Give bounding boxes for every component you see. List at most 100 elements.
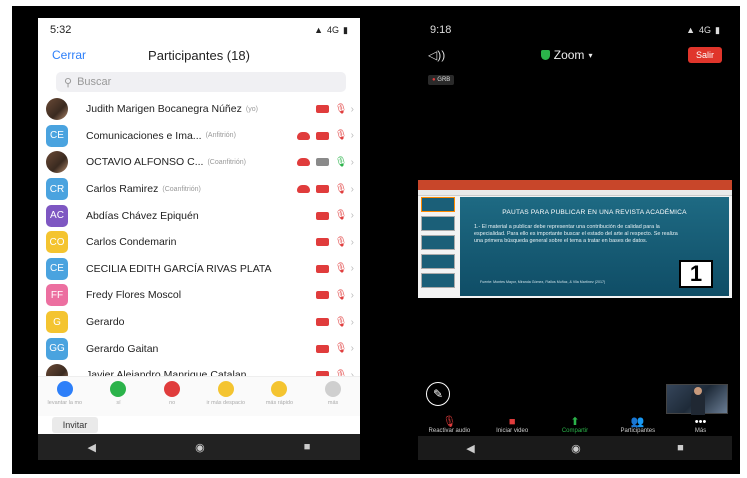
participant-row[interactable]: FF Fredy Flores Moscol 🎙 › [46, 282, 360, 309]
toolbar-label: Compartir [561, 428, 589, 434]
avatar: CE [46, 124, 68, 147]
powerpoint-toolbar [418, 190, 732, 196]
battery-icon: ▮ [715, 24, 720, 35]
participant-row[interactable]: AC Abdías Chávez Epiquén 🎙 › [46, 202, 360, 229]
signal-icon: ▲ [314, 25, 324, 35]
video-off-icon [315, 211, 329, 220]
video-off-icon [315, 318, 329, 327]
meeting-top-bar: ◁)) Zoom ▾ Salir [418, 42, 732, 68]
video-off-icon [315, 238, 329, 247]
participant-status-icons: 🎙› [315, 317, 354, 328]
slide-citation: Fuente: Montes Mayor, Miranda Gómez, Fia… [480, 280, 606, 284]
slide-thumbnail [421, 216, 455, 231]
participant-status-icons: 🎙› [296, 183, 354, 195]
cloud-recording-icon [296, 185, 310, 194]
reaction-label: no [169, 400, 176, 406]
recents-icon[interactable]: ■ [677, 442, 684, 454]
slide-thumbnails [421, 197, 455, 296]
slide-thumbnail [421, 273, 455, 288]
cloud-recording-icon [296, 158, 310, 167]
participants-phone: 5:32 ▲ 4G ▮ Cerrar Participantes (18) ⚲ … [38, 18, 360, 460]
participant-name: OCTAVIO ALFONSO C... [86, 156, 204, 169]
participant-status-icons: 🎙› [315, 237, 354, 248]
toolbar-mic-off-button[interactable]: 🎙 Reactivar audio [419, 416, 479, 434]
participant-name: Gerardo Gaitan [86, 342, 159, 355]
reactions-bar: levantar la mo sí no ir más despacio más ráp… [38, 376, 360, 416]
reaction-button[interactable]: levantar la mo [40, 381, 90, 416]
reaction-icon [271, 381, 288, 397]
video-person-head [694, 387, 702, 395]
chevron-right-icon: › [350, 289, 354, 301]
participant-role: (Anfitrión) [205, 132, 236, 140]
page-title: Participantes (18) [148, 47, 250, 63]
status-bar: 5:32 ▲ 4G ▮ [38, 18, 360, 42]
participant-row[interactable]: Judith Marigen Bocanegra Núñez (yo) 🎙 › [46, 96, 360, 123]
reaction-button[interactable]: sí [93, 381, 143, 416]
participant-row[interactable]: CO Carlos Condemarin 🎙 › [46, 229, 360, 256]
reaction-button[interactable]: no [147, 381, 197, 416]
powerpoint-ribbon [418, 180, 732, 190]
meeting-phone: 9:18 ▲ 4G ▮ ◁)) Zoom ▾ Salir ● GRB PAUTA… [418, 18, 732, 460]
back-icon[interactable]: ◀ [88, 441, 96, 454]
annotate-pencil-icon[interactable]: ✎ [426, 382, 450, 406]
toolbar-label: Reactivar audio [428, 428, 471, 434]
mic-off-icon: 🎙 [334, 210, 348, 222]
participant-row[interactable]: GG Gerardo Gaitan 🎙 › [46, 335, 360, 362]
toolbar-more-button[interactable]: ••• Más [671, 416, 731, 434]
reaction-button[interactable]: más [308, 381, 358, 416]
reaction-icon [56, 381, 73, 397]
reaction-button[interactable]: ir más despacio [201, 381, 251, 416]
search-placeholder: Buscar [77, 76, 112, 88]
signal-icon: ▲ [686, 25, 696, 35]
reaction-button[interactable]: más rápido [254, 381, 304, 416]
participant-name: Abdías Chávez Epiquén [86, 209, 199, 222]
toolbar-share-button[interactable]: ⬆ Compartir [545, 416, 605, 434]
participant-row[interactable]: G Gerardo 🎙 › [46, 309, 360, 336]
participant-row[interactable]: OCTAVIO ALFONSO C... (Coanfitrión) 🎙 › [46, 149, 360, 176]
slide-thumbnail [421, 197, 455, 212]
search-input[interactable]: ⚲ Buscar [56, 72, 346, 92]
participant-row[interactable]: CR Carlos Ramirez (Coanfitrión) 🎙 › [46, 176, 360, 203]
leave-button[interactable]: Salir [687, 47, 722, 63]
reaction-icon [110, 381, 127, 397]
more-icon: ••• [694, 416, 707, 428]
slide-title: PAUTAS PARA PUBLICAR EN UNA REVISTA ACAD… [502, 209, 687, 216]
chevron-right-icon: › [350, 183, 354, 195]
toolbar-participants-button[interactable]: 👥 Participantes [608, 416, 668, 434]
recents-icon[interactable]: ■ [304, 441, 311, 453]
reaction-label: levantar la mo [47, 400, 83, 406]
self-video-thumbnail[interactable] [666, 384, 728, 415]
toolbar-video-off-button[interactable]: ■ Iniciar video [482, 416, 542, 434]
chevron-right-icon: › [350, 103, 354, 115]
participants-header: Cerrar Participantes (18) [38, 42, 360, 68]
participant-status-icons: 🎙› [315, 289, 354, 301]
android-nav-bar: ◀ ◉ ■ [418, 436, 732, 460]
search-icon: ⚲ [64, 76, 73, 89]
invite-button[interactable]: Invitar [52, 417, 98, 433]
speaker-icon[interactable]: ◁)) [428, 48, 445, 62]
participant-name: Carlos Condemarin [86, 236, 177, 249]
meeting-title[interactable]: Zoom ▾ [540, 48, 592, 62]
participant-role: (Coanfitrión) [162, 185, 201, 193]
current-slide: PAUTAS PARA PUBLICAR EN UNA REVISTA ACAD… [460, 197, 729, 296]
toolbar-label: Iniciar video [496, 428, 529, 434]
back-icon[interactable]: ◀ [466, 442, 474, 455]
participant-row[interactable]: CE CECILIA EDITH GARCÍA RIVAS PLATA 🎙 › [46, 256, 360, 283]
participant-status-icons: 🎙› [296, 157, 354, 168]
participant-status-icons: 🎙› [315, 210, 354, 222]
participant-row[interactable]: CE Comunicaciones e Ima... (Anfitrión) 🎙 › [46, 123, 360, 150]
home-icon[interactable]: ◉ [571, 442, 581, 455]
record-dot-icon: ● [432, 77, 436, 83]
participant-role: (yo) [245, 105, 258, 113]
participant-status-icons: 🎙› [315, 263, 354, 274]
avatar [46, 98, 68, 121]
status-icons: ▲ 4G ▮ [314, 25, 348, 36]
home-icon[interactable]: ◉ [195, 441, 205, 454]
reaction-label: más rápido [265, 400, 294, 406]
video-off-icon [315, 185, 329, 194]
slide-thumbnail [421, 254, 455, 269]
meeting-label: Zoom [553, 48, 585, 62]
participant-name: Gerardo [86, 316, 125, 329]
chevron-right-icon: › [350, 210, 354, 222]
close-button[interactable]: Cerrar [52, 48, 86, 62]
